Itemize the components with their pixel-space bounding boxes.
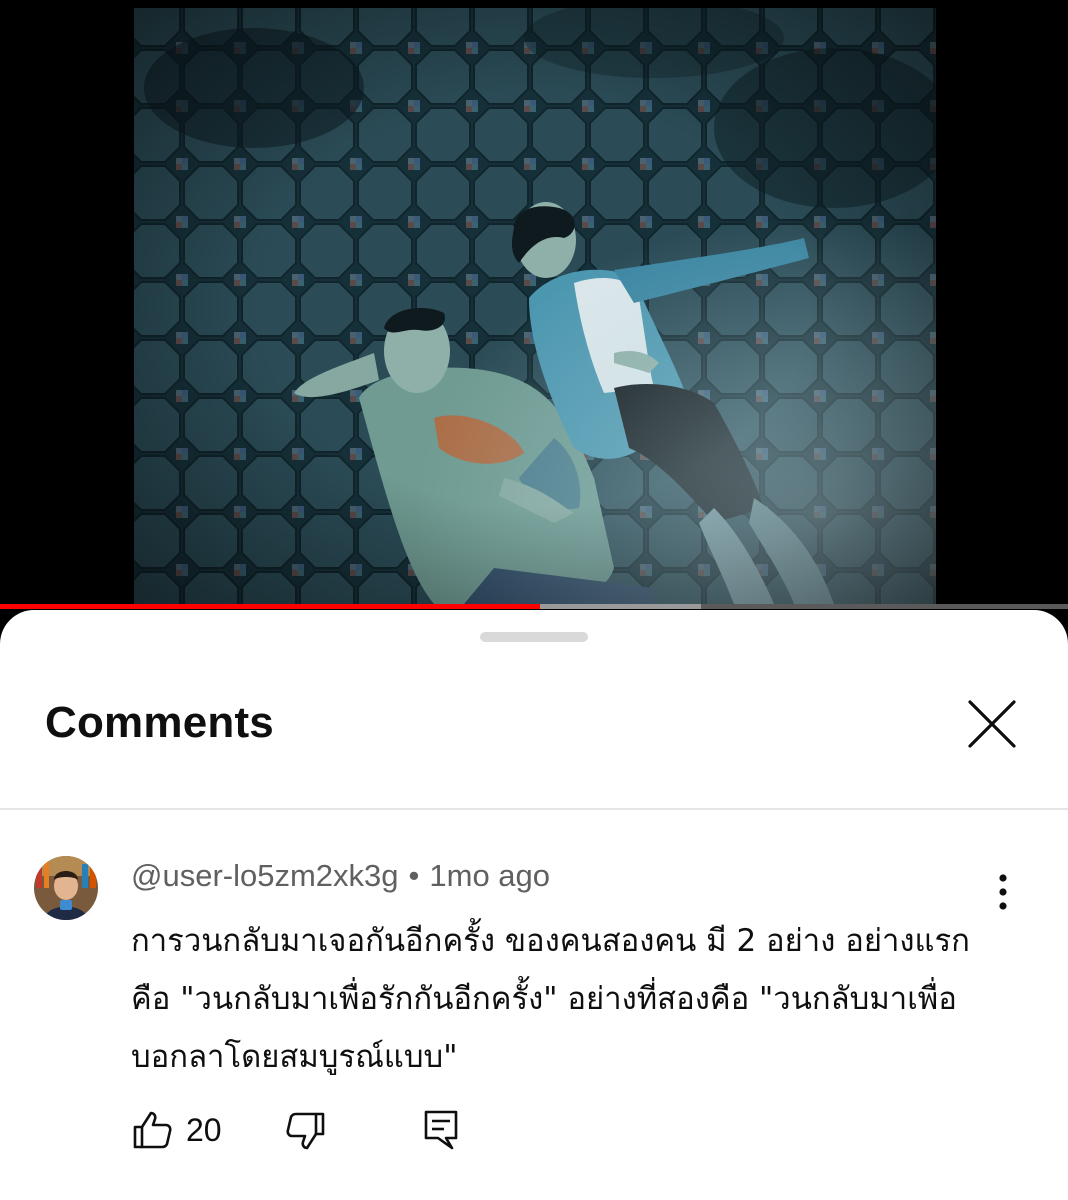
divider xyxy=(0,808,1068,810)
comment-text-line: การวนกลับมาเจอกันอีกครั้ง ของคนสองคน มี … xyxy=(131,923,970,959)
comment-text-line: บอกลาโดยสมบูรณ์แบบ" xyxy=(131,1039,458,1075)
avatar[interactable] xyxy=(34,856,98,920)
more-options-button[interactable] xyxy=(985,870,1021,914)
video-still-image xyxy=(134,8,936,604)
drag-handle[interactable] xyxy=(480,632,588,642)
comment-author[interactable]: @user-lo5zm2xk3g xyxy=(131,858,399,893)
comments-title: Comments xyxy=(45,698,274,747)
video-player[interactable] xyxy=(0,0,1068,610)
reply-icon xyxy=(424,1110,458,1150)
more-vert-icon xyxy=(999,874,1007,910)
close-button[interactable] xyxy=(962,694,1022,754)
avatar-image xyxy=(34,856,98,920)
comment-text: การวนกลับมาเจอกันอีกครั้ง ของคนสองคน มี … xyxy=(131,912,991,1086)
comment-actions: 20 xyxy=(0,1108,1068,1168)
comments-panel: Comments @user-lo5zm2xk3g • 1mo ago การว… xyxy=(0,610,1068,1200)
thumb-up-icon xyxy=(133,1111,172,1149)
like-count: 20 xyxy=(186,1112,222,1148)
thumb-down-icon xyxy=(286,1112,325,1150)
video-frame[interactable] xyxy=(134,8,936,604)
comment-header: @user-lo5zm2xk3g • 1mo ago xyxy=(131,858,550,894)
comment-text-line: คือ "วนกลับมาเพื่อรักกันอีกครั้ง" อย่างท… xyxy=(131,981,957,1017)
comment-time[interactable]: 1mo ago xyxy=(429,858,550,893)
dislike-button[interactable] xyxy=(283,1108,328,1153)
reply-button[interactable] xyxy=(420,1108,462,1153)
meta-separator: • xyxy=(408,858,420,893)
progress-played xyxy=(0,604,541,609)
progress-bar[interactable] xyxy=(0,604,1068,609)
like-button[interactable] xyxy=(130,1108,175,1153)
close-icon xyxy=(968,700,1016,748)
